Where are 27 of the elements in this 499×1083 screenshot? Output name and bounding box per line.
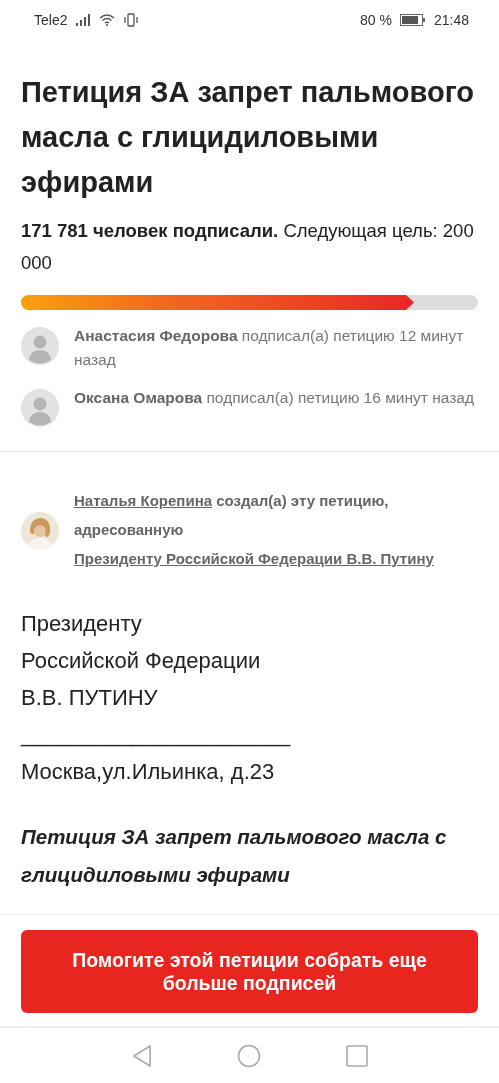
- recents-icon[interactable]: [345, 1044, 368, 1067]
- signer-activity: Оксана Омарова подписал(а) петицию 16 минут назад: [74, 388, 474, 408]
- clock-time: 21:48: [433, 12, 469, 28]
- recipient-line: Президенту: [21, 610, 143, 638]
- signature-count: 171 781 человек подписали. Следующая цель: 200 000: [21, 219, 475, 275]
- vibrate-icon: [123, 13, 140, 27]
- carrier-name: Tele2: [34, 12, 68, 28]
- avatar-icon: [21, 389, 59, 427]
- addressee-link[interactable]: Президенту Российской Федерации В.В. Путину: [74, 550, 434, 567]
- recipient-line: В.В. ПУТИНУ: [21, 684, 159, 712]
- battery-icon: [399, 14, 426, 26]
- address-text: Москва,ул.Ильинка, д.23: [21, 758, 276, 786]
- letter-heading: Петиция ЗА запрет пальмового масла с глицидиловыми эфирами: [20, 824, 448, 888]
- signer-activity: Анастасия Федорова подписал(а) петицию 12 минут назад: [74, 326, 465, 370]
- petition-cta-button[interactable]: Помогите этой петиции собрать еще больше подписей: [21, 930, 478, 1013]
- petition-title: Петиция ЗА запрет пальмового масла с глицидиловыми эфирами: [21, 75, 476, 200]
- battery-percent: 80 %: [360, 12, 392, 28]
- avatar: [21, 512, 59, 550]
- creator-link[interactable]: Наталья Корепина: [74, 492, 213, 509]
- signal-icon: [75, 14, 92, 26]
- home-icon[interactable]: [236, 1043, 261, 1068]
- wifi-icon: [99, 14, 116, 26]
- recipient-line: Российской Федерации: [21, 647, 262, 675]
- avatar-icon: [21, 327, 59, 365]
- back-icon[interactable]: [131, 1043, 152, 1068]
- separator-line: ______________________: [21, 721, 292, 749]
- creator-text: Наталья Корепина создал(а) эту петицию, адресованную Президенту Российской Федерации В.В. Путину: [74, 491, 435, 569]
